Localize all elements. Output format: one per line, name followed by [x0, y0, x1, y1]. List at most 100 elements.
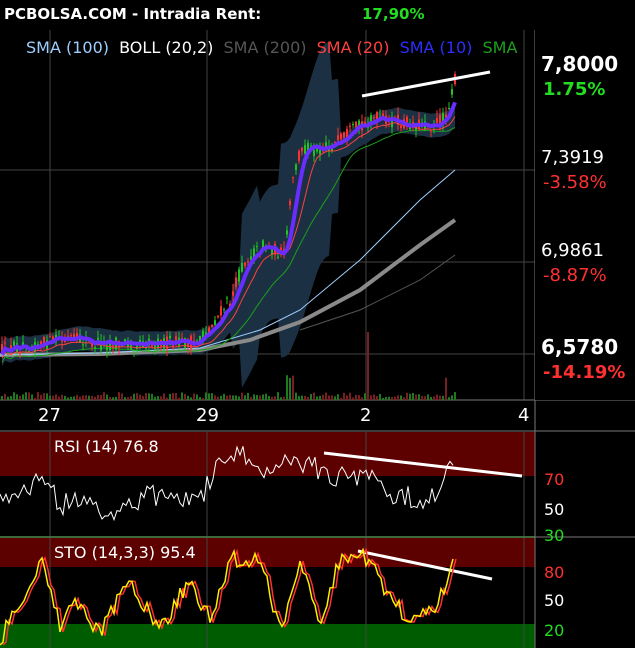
volume-bar [193, 393, 195, 400]
candle-body [289, 200, 291, 206]
x-tick-label: 27 [38, 405, 61, 426]
volume-bar [214, 395, 216, 400]
candle-body [241, 262, 243, 272]
volume-bar [181, 392, 183, 400]
rsi-level-70: 70 [544, 470, 564, 489]
volume-bar [397, 395, 399, 400]
bollinger-band [2, 41, 455, 388]
candle-body [292, 176, 294, 178]
volume-bar [415, 394, 417, 400]
volume-bar [1, 396, 3, 400]
volume-bar [22, 394, 24, 400]
candle-body [373, 117, 375, 119]
volume-bar [427, 394, 429, 400]
volume-bar [229, 395, 231, 400]
volume-bar [58, 396, 60, 400]
candle-body [223, 309, 225, 311]
volume-bar [16, 394, 18, 400]
volume-bar [133, 393, 135, 400]
rsi-label: RSI (14) 76.8 [54, 437, 159, 456]
candle-body [316, 148, 318, 152]
candle-body [370, 115, 372, 122]
volume-bar [25, 392, 27, 400]
candle-body [448, 107, 450, 109]
indicator-legend: SMA (100) BOLL (20,2) SMA (200) SMA (20)… [26, 38, 517, 57]
x-tick-label: 4 [518, 405, 529, 426]
volume-bar [82, 395, 84, 400]
candle-body [337, 135, 339, 141]
volume-bar [376, 396, 378, 400]
candle-body [436, 118, 438, 123]
price-level-pct: 1.75% [543, 79, 605, 100]
candle-body [439, 114, 441, 124]
volume-bar [199, 397, 201, 400]
volume-bar [259, 395, 261, 400]
volume-bar [316, 396, 318, 400]
volume-bar [265, 393, 267, 400]
candle-body [319, 150, 321, 155]
volume-bar [307, 396, 309, 400]
volume-bar [154, 396, 156, 400]
candle-body [175, 336, 177, 341]
panel-backgrounds [0, 432, 535, 648]
candle-body [277, 256, 279, 258]
candle-body [4, 342, 6, 344]
volume-bar [52, 395, 54, 400]
volume-bar [121, 393, 123, 400]
volume-bar [127, 397, 129, 400]
candle-body [343, 132, 345, 138]
candle-body [220, 306, 222, 316]
volume-bar [268, 395, 270, 400]
volume-bar [43, 393, 45, 400]
sto-level-50: 50 [544, 591, 564, 610]
volume-bar [175, 393, 177, 400]
candle-body [214, 320, 216, 325]
candle-body [355, 121, 357, 127]
volume-bar [370, 395, 372, 400]
candle-body [211, 324, 213, 328]
volume-bar [352, 397, 354, 400]
candle-body [304, 145, 306, 154]
volume-bar [271, 396, 273, 400]
volume-bar [55, 394, 57, 400]
volume-bar [64, 395, 66, 400]
sma-200-line [299, 254, 456, 331]
candle-body [97, 337, 99, 340]
candle-body [238, 269, 240, 282]
volume-bar [451, 395, 453, 400]
volume-bar [421, 395, 423, 400]
price-level-pct: -3.58% [543, 172, 607, 193]
price-level-label: 7,3919 [541, 147, 604, 168]
volume-bar [112, 397, 114, 400]
candle-body [340, 133, 342, 140]
price-level-label: 7,8000 [541, 52, 618, 76]
volume-bar [34, 397, 36, 400]
candle-body [301, 147, 303, 152]
candle-body [235, 277, 237, 288]
volume-bar [391, 396, 393, 400]
volume-bar [286, 375, 288, 400]
volume-bar [328, 395, 330, 400]
price-level-label: 6,9861 [541, 240, 604, 261]
volume-bar [373, 394, 375, 400]
candle-body [247, 261, 249, 263]
price-level-pct: -14.19% [543, 362, 625, 383]
candle-body [70, 335, 72, 337]
volume-bar [7, 396, 9, 400]
volume-bar [262, 394, 264, 400]
indicator-sma-20: SMA (20) [317, 38, 390, 57]
price-level-pct: -8.87% [543, 265, 607, 286]
candle-body [49, 336, 51, 338]
candle-body [298, 151, 300, 161]
sto-level-80: 80 [544, 563, 564, 582]
candle-body [226, 297, 228, 299]
price-level-label: 6,5780 [541, 335, 618, 359]
volume-bar [430, 396, 432, 400]
volume-bar [88, 395, 90, 400]
volume-bar [322, 394, 324, 400]
volume-bar [406, 392, 408, 400]
volume-bar [241, 392, 243, 400]
candle-body [19, 353, 21, 355]
volume-bar [343, 392, 345, 400]
volume-bar [418, 394, 420, 400]
